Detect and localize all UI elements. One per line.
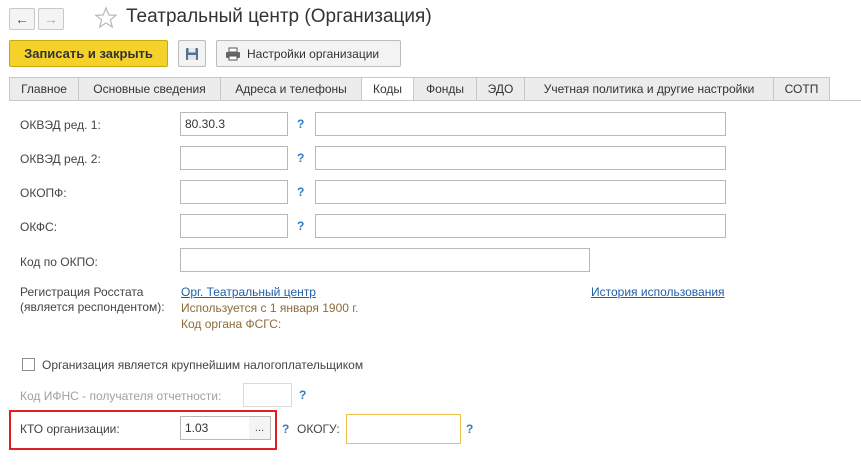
largest-taxpayer-checkbox[interactable] [22, 358, 35, 371]
okved2-input[interactable] [180, 146, 288, 170]
tab-basic-info[interactable]: Основные сведения [79, 77, 221, 101]
rosstat-fsgs-code: Код органа ФСГС: [181, 317, 282, 331]
tabs-divider [9, 100, 861, 101]
ifns-code-input[interactable] [243, 383, 292, 407]
arrow-left-icon: ← [15, 11, 29, 27]
rosstat-label-line1: Регистрация Росстата [20, 285, 144, 299]
tab-codes[interactable]: Коды [362, 77, 414, 101]
okpo-input[interactable] [180, 248, 590, 272]
okved2-label: ОКВЭД ред. 2: [20, 152, 101, 166]
forward-button[interactable]: → [38, 8, 64, 30]
tab-addresses-phones[interactable]: Адреса и телефоны [221, 77, 362, 101]
kto-input[interactable] [180, 416, 250, 440]
save-button[interactable] [178, 40, 206, 67]
tab-funds[interactable]: Фонды [414, 77, 477, 101]
tab-bar: Главное Основные сведения Адреса и телеф… [9, 77, 830, 101]
okopf-label: ОКОПФ: [20, 186, 67, 200]
rosstat-used-since: Используется с 1 января 1900 г. [181, 301, 359, 315]
kto-select-button[interactable]: ... [249, 416, 271, 440]
tab-sotp[interactable]: СОТП [774, 77, 830, 101]
kto-help-icon[interactable]: ? [282, 422, 289, 436]
okfs-label: ОКФС: [20, 220, 58, 234]
okved1-description-input[interactable] [315, 112, 726, 136]
okogu-label: ОКОГУ: [297, 422, 340, 436]
okved1-label: ОКВЭД ред. 1: [20, 118, 101, 132]
okopf-description-input[interactable] [315, 180, 726, 204]
okpo-label: Код по ОКПО: [20, 255, 98, 269]
rosstat-label-line2: (является респондентом): [20, 300, 165, 314]
okved2-description-input[interactable] [315, 146, 726, 170]
save-and-close-button[interactable]: Записать и закрыть [9, 40, 168, 67]
okved1-input[interactable] [180, 112, 288, 136]
usage-history-link[interactable]: История использования [591, 285, 725, 299]
tab-edo[interactable]: ЭДО [477, 77, 525, 101]
okfs-input[interactable] [180, 214, 288, 238]
arrow-right-icon: → [44, 11, 58, 27]
window-title: Театральный центр (Организация) [126, 6, 432, 27]
ifns-code-label: Код ИФНС - получателя отчетности: [20, 389, 222, 403]
okfs-description-input[interactable] [315, 214, 726, 238]
organization-settings-button[interactable]: Настройки организации [216, 40, 401, 67]
okved2-help-icon[interactable]: ? [297, 151, 304, 165]
okopf-help-icon[interactable]: ? [297, 185, 304, 199]
ifns-help-icon[interactable]: ? [299, 388, 306, 402]
back-button[interactable]: ← [9, 8, 35, 30]
favorite-star-icon[interactable] [94, 6, 118, 30]
okopf-input[interactable] [180, 180, 288, 204]
okfs-help-icon[interactable]: ? [297, 219, 304, 233]
okogu-help-icon[interactable]: ? [466, 422, 473, 436]
okogu-input[interactable] [346, 414, 461, 444]
settings-button-label: Настройки организации [247, 46, 380, 61]
kto-label: КТО организации: [20, 422, 120, 436]
okved1-help-icon[interactable]: ? [297, 117, 304, 131]
largest-taxpayer-label: Организация является крупнейшим налогопл… [42, 358, 364, 372]
floppy-disk-icon [186, 47, 198, 60]
tab-accounting-policy[interactable]: Учетная политика и другие настройки [525, 77, 774, 101]
rosstat-org-link[interactable]: Орг. Театральный центр [181, 285, 316, 299]
tab-main[interactable]: Главное [9, 77, 79, 101]
printer-icon [226, 47, 240, 60]
